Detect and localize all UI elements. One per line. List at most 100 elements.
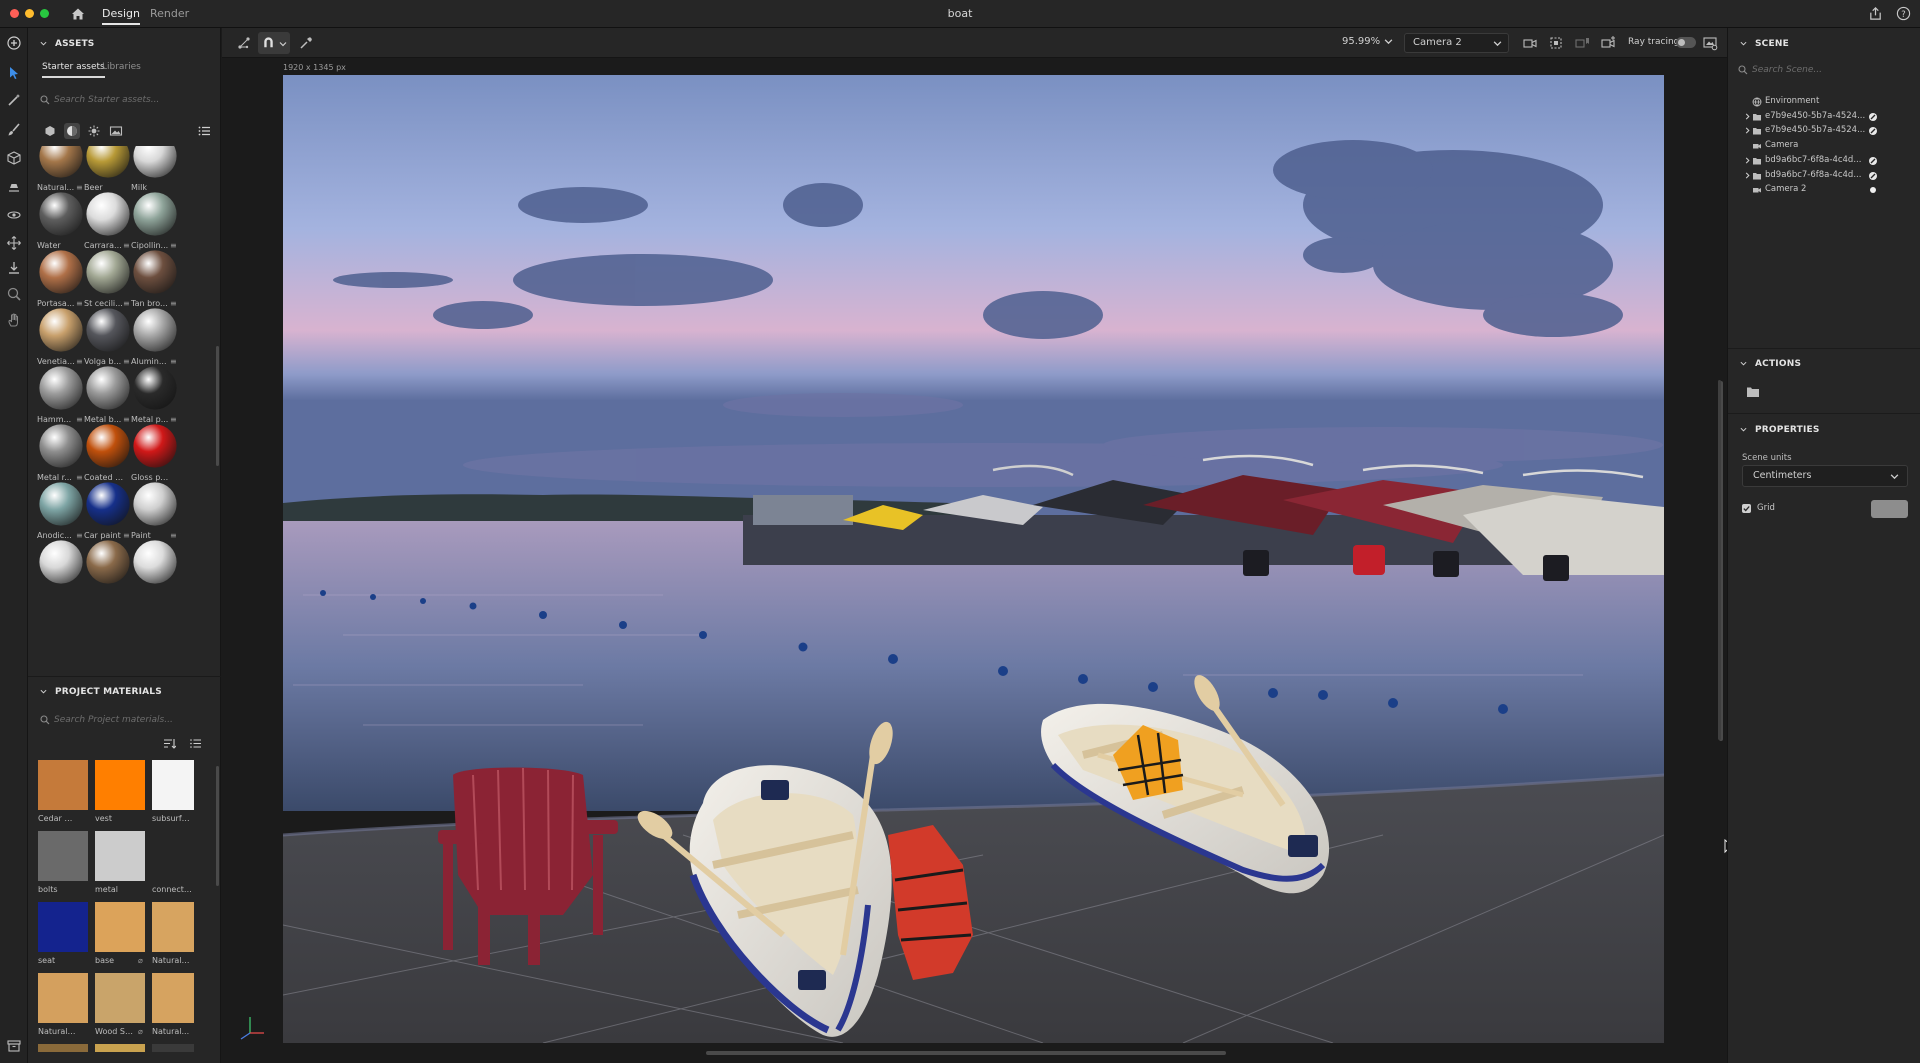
chevron-right-icon[interactable] [1744, 113, 1751, 120]
scene-section-header[interactable]: SCENE [1728, 34, 1920, 54]
project-materials-section-header[interactable]: PROJECT MATERIALS [28, 682, 221, 702]
edit-material-icon[interactable] [1868, 156, 1878, 166]
camera-bookmark-icon[interactable] [1574, 35, 1590, 51]
move-icon[interactable] [6, 235, 22, 251]
project-material-tile[interactable]: seat [34, 902, 88, 972]
camera-select[interactable]: Camera 2 [1404, 33, 1509, 53]
zoom-level[interactable]: 95.99% [1342, 36, 1380, 47]
edit-material-icon[interactable] [1868, 126, 1878, 136]
magnet-snap-icon[interactable] [261, 35, 276, 50]
tab-libraries[interactable]: Libraries [102, 62, 141, 72]
actions-section-header[interactable]: ACTIONS [1728, 354, 1920, 374]
cube-icon[interactable] [6, 150, 22, 166]
scene-units-value: Centimeters [1753, 470, 1812, 481]
filter-images-icon[interactable] [108, 123, 124, 139]
material-tile[interactable] [81, 538, 135, 608]
camera-add-icon[interactable] [1600, 35, 1616, 51]
chevron-right-icon[interactable] [1744, 127, 1751, 134]
scene-tree-item[interactable]: bd9a6bc7-6f8a-4c4d... [1728, 168, 1920, 184]
orbit-icon[interactable] [6, 207, 22, 223]
grid-checkbox[interactable] [1742, 504, 1751, 513]
share-icon[interactable] [1868, 6, 1883, 21]
axis-gizmo-icon [240, 1017, 264, 1040]
viewport[interactable]: 1920 x 1345 px [222, 59, 1736, 1063]
render-settings-icon[interactable] [1702, 35, 1718, 51]
chevron-right-icon[interactable] [1744, 172, 1751, 179]
material-tile[interactable] [34, 538, 88, 608]
properties-section-header[interactable]: PROPERTIES [1728, 420, 1920, 440]
project-material-tile[interactable]: subsurfa...⌀ [148, 760, 194, 830]
scene-tree-item[interactable]: e7b9e450-5b7a-4524... [1728, 109, 1920, 125]
assets-scrollbar[interactable] [216, 346, 219, 466]
scene-search-input[interactable] [1752, 63, 1902, 77]
material-swatch [152, 1044, 194, 1052]
viewport-horizontal-scrollbar[interactable] [706, 1051, 1226, 1055]
assets-search-input[interactable] [54, 93, 204, 107]
scene-tree-item[interactable]: bd9a6bc7-6f8a-4c4d... [1728, 153, 1920, 169]
material-link-icon[interactable]: ⌀ [138, 1027, 143, 1036]
project-material-tile[interactable] [91, 1044, 145, 1052]
filter-lights-icon[interactable] [86, 123, 102, 139]
assets-section-header[interactable]: ASSETS [28, 34, 221, 54]
scene-units-select[interactable]: Centimeters [1742, 465, 1908, 487]
magic-wand-icon[interactable] [6, 92, 22, 108]
project-material-tile[interactable]: Cedar Wo... [34, 760, 88, 830]
add-icon[interactable] [6, 35, 22, 51]
project-material-tile[interactable]: base ⌀ [91, 902, 145, 972]
project-material-tile[interactable]: Natural...⌀ [148, 973, 194, 1043]
help-icon[interactable]: ? [1896, 6, 1911, 21]
list-view-icon[interactable] [196, 123, 212, 139]
snap-toggle-group[interactable] [258, 32, 290, 54]
project-material-tile[interactable]: Wood Se... ⌀ [91, 973, 145, 1043]
material-preview [133, 482, 177, 526]
tab-starter-assets[interactable]: Starter assets [42, 62, 105, 78]
list-view-icon[interactable] [189, 737, 202, 750]
select-arrow-icon[interactable] [6, 65, 22, 81]
scene-render-canvas[interactable] [283, 75, 1664, 1043]
chevron-right-icon[interactable] [1744, 157, 1751, 164]
scene-tree-item[interactable]: Camera 2 [1728, 182, 1920, 198]
edit-material-icon[interactable] [1868, 112, 1878, 122]
material-label: seat [38, 956, 56, 965]
project-materials-toolbar [163, 735, 213, 751]
drop-to-ground-icon[interactable] [6, 260, 22, 276]
ray-tracing-toggle[interactable] [1676, 37, 1696, 48]
hand-pan-icon[interactable] [6, 312, 22, 328]
project-material-tile[interactable]: vest [91, 760, 145, 830]
chevron-down-icon[interactable] [279, 40, 287, 48]
search-icon [1738, 65, 1748, 75]
light-icon[interactable] [6, 178, 22, 194]
scene-search [1734, 60, 1912, 80]
project-material-tile[interactable]: bolts [34, 831, 88, 901]
project-material-tile[interactable]: connector [148, 831, 194, 901]
network-icon[interactable] [236, 35, 252, 51]
project-material-tile[interactable]: Natural Su... [148, 902, 194, 972]
project-materials-scrollbar[interactable] [216, 766, 219, 886]
frame-selection-icon[interactable] [1548, 35, 1564, 51]
filter-models-icon[interactable] [42, 123, 58, 139]
project-material-tile[interactable]: Natural Su... [34, 973, 88, 1043]
active-dot[interactable] [1868, 185, 1878, 195]
eyedropper-icon[interactable] [298, 35, 314, 51]
project-materials-search-input[interactable] [54, 713, 204, 727]
material-tile[interactable] [128, 538, 182, 608]
chevron-down-icon[interactable] [1384, 37, 1393, 46]
project-material-tile[interactable] [34, 1044, 88, 1052]
edit-material-icon[interactable] [1868, 171, 1878, 181]
zoom-icon[interactable] [6, 286, 22, 302]
sort-icon[interactable] [163, 737, 176, 750]
paint-brush-icon[interactable] [6, 122, 22, 138]
material-label: base [95, 956, 115, 965]
grid-color-swatch[interactable] [1871, 500, 1908, 518]
filter-materials-icon[interactable] [64, 123, 80, 139]
scene-panel-scrollbar[interactable] [1718, 380, 1721, 740]
project-material-tile[interactable] [148, 1044, 194, 1052]
material-link-icon[interactable]: ⌀ [138, 956, 143, 965]
scene-tree-item[interactable]: Environment [1728, 94, 1920, 110]
scene-tree-item[interactable]: Camera [1728, 138, 1920, 154]
archive-icon[interactable] [6, 1038, 22, 1054]
scene-tree-item[interactable]: e7b9e450-5b7a-4524... [1728, 123, 1920, 139]
project-material-tile[interactable]: metal [91, 831, 145, 901]
folder-icon[interactable] [1746, 386, 1760, 398]
camera-view-icon[interactable] [1522, 35, 1538, 51]
